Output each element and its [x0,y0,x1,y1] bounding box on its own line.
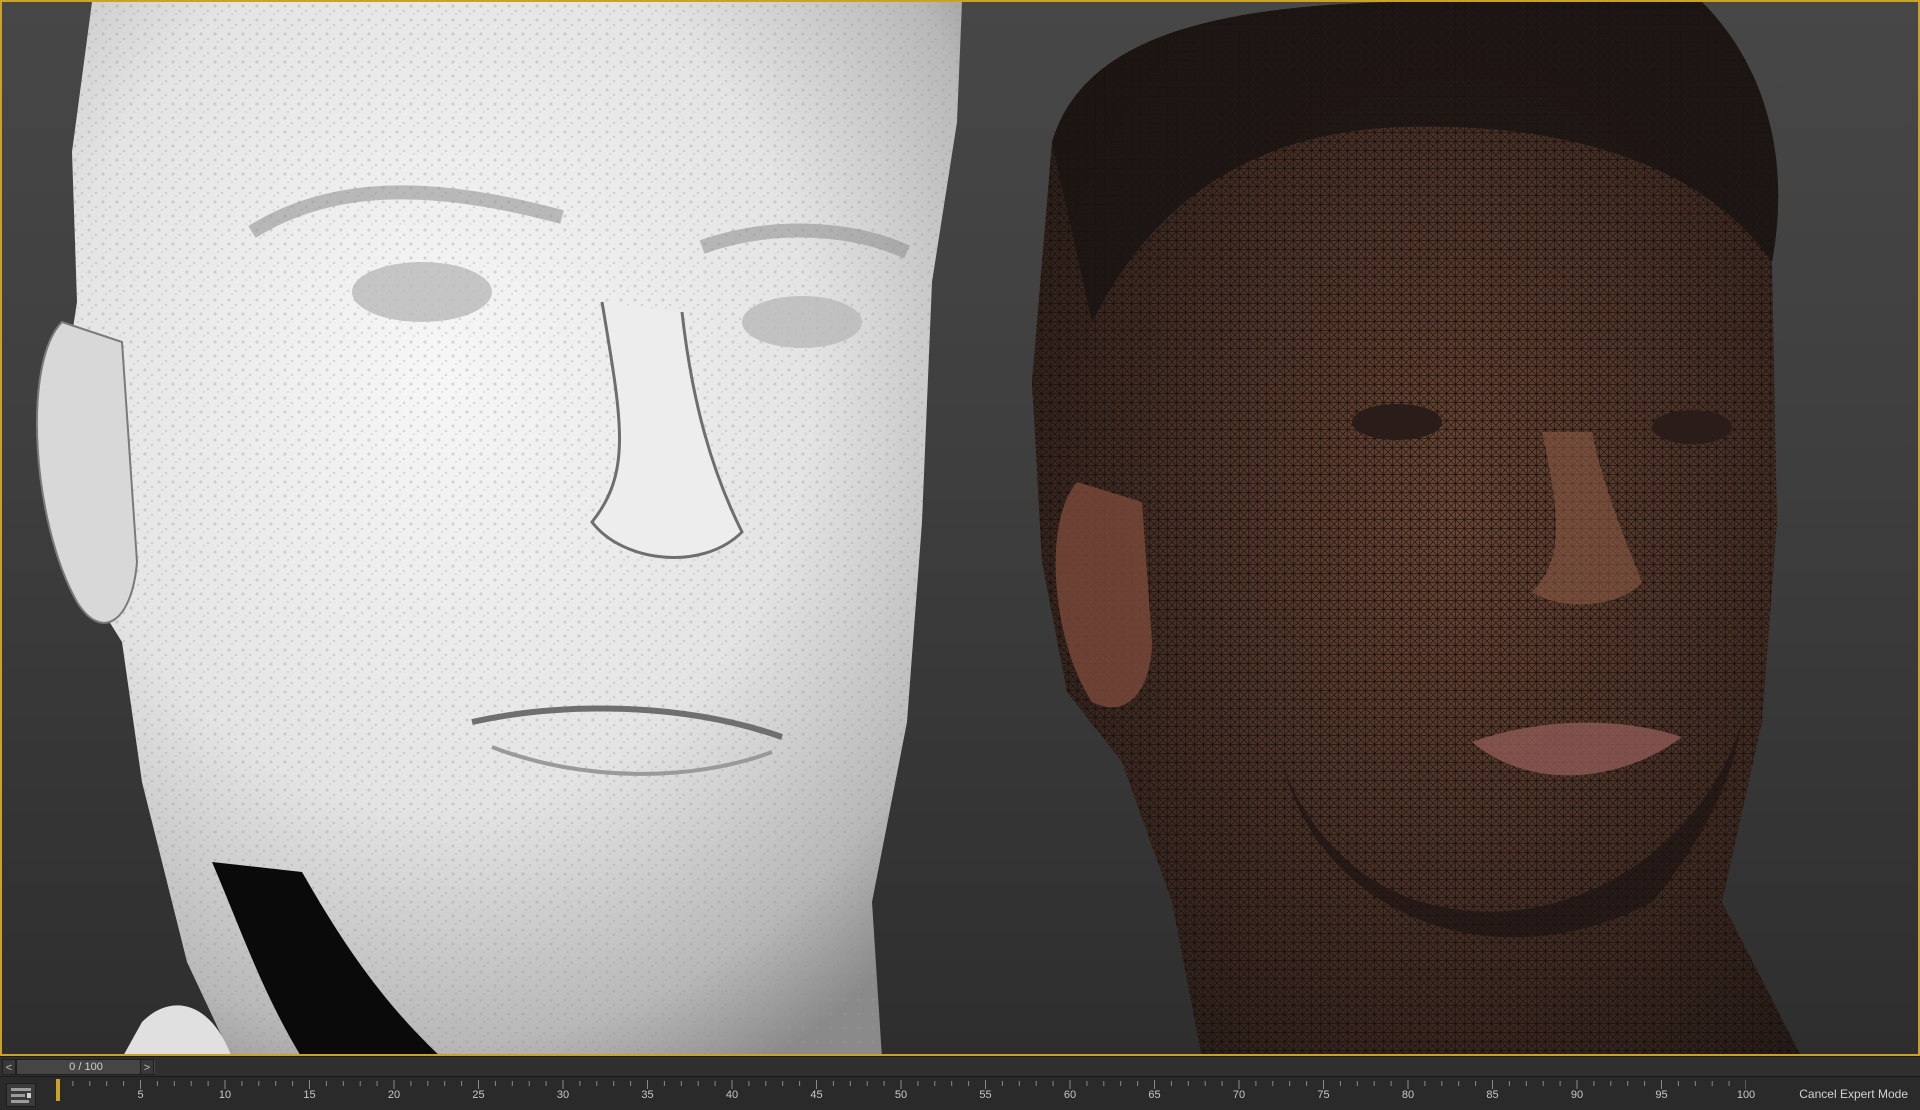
frame-label: 15 [303,1089,316,1101]
frame-label: 45 [810,1089,823,1101]
time-slider[interactable]: 0 / 100 [16,1059,155,1075]
current-frame-marker[interactable] [55,1079,60,1101]
time-slider-track-remainder[interactable] [170,1063,1920,1071]
frame-label: 35 [641,1089,654,1101]
viewport-scene [35,2,1800,1054]
track-bar-row: 5 10 15 20 25 30 35 40 45 50 55 60 65 70 75 80 85 90 95 100… [0,1076,1920,1110]
frame-label: 100 [1736,1089,1756,1101]
frame-label: 70 [1232,1089,1246,1101]
previous-frame-button[interactable]: < [2,1059,16,1075]
perspective-viewport[interactable] [0,0,1920,1056]
frame-label: 85 [1486,1089,1499,1101]
frame-label: 65 [1148,1089,1161,1101]
wireframe-head-model [1032,2,1800,1054]
mini-curve-editor-icon [11,1088,31,1103]
mini-curve-editor-button[interactable] [6,1083,36,1107]
frame-counter: 0 / 100 [69,1061,103,1073]
track-bar[interactable]: 5 10 15 20 25 30 35 40 45 50 55 60 65 70 75 80 85 90 95 100 [55,1077,1755,1110]
frame-label: 20 [387,1089,401,1101]
frame-label: 55 [979,1089,992,1101]
time-slider-row: < 0 / 100 > [0,1056,1920,1076]
time-slider-thumb[interactable]: 0 / 100 [17,1060,155,1074]
chevron-right-icon: > [143,1062,151,1074]
frame-label: 5 [137,1089,144,1101]
app-window: < 0 / 100 > 5 10 15 20 25 30 35 40 45 50 55 60 65 70 7… [0,0,1920,1110]
frame-label: 80 [1401,1089,1415,1101]
chevron-left-icon: < [5,1062,13,1074]
frame-label: 75 [1317,1089,1330,1101]
frame-label: 30 [556,1089,570,1101]
next-frame-button[interactable]: > [140,1059,154,1075]
cancel-expert-mode-button[interactable]: Cancel Expert Mode [1799,1084,1908,1104]
clay-head-model [35,2,962,1054]
frame-label: 10 [218,1089,232,1101]
frame-label: 90 [1570,1089,1584,1101]
frame-label: 95 [1655,1089,1668,1101]
frame-label: 40 [725,1089,739,1101]
frame-label: 50 [894,1089,908,1101]
frame-label: 25 [472,1089,485,1101]
frame-label: 60 [1063,1089,1077,1101]
